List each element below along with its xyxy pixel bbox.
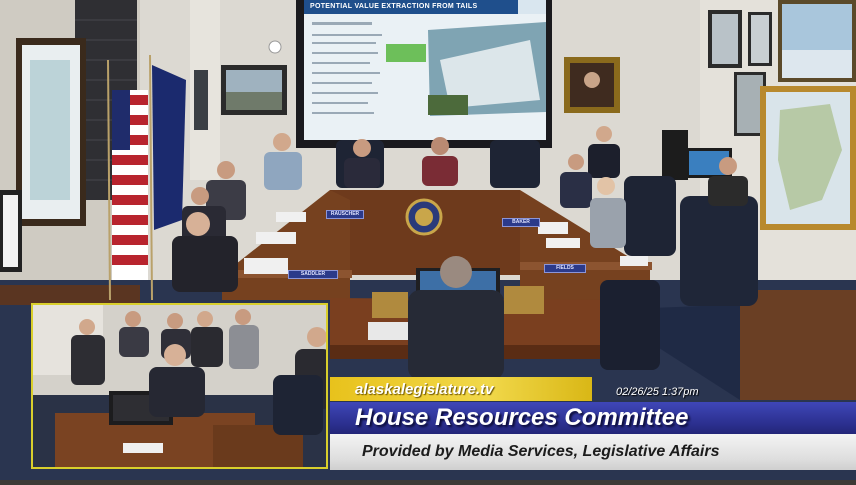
hearing-room-scene: POTENTIAL VALUE EXTRACTION FROM TAILS SA… [0,0,856,480]
chair [680,196,758,306]
inset-papers [123,443,163,453]
nameplate: BAKER [502,218,540,227]
chair [624,176,676,256]
chair [490,140,540,188]
slide-green-callout [386,44,426,62]
wood-paneling-left [0,285,140,305]
nameplate: RAUSCHER [326,210,364,219]
microphone-box-left [372,292,408,318]
website-text: alaskalegislature.tv [355,381,494,398]
inset-video [31,303,328,469]
nameplate: FIELDS [544,264,586,273]
nameplate: SADDLER [288,270,338,279]
inset-video-illustration [33,305,326,467]
inset-chair [273,375,323,435]
monitor-tower [662,130,688,180]
credit-text: Provided by Media Services, Legislative … [362,443,720,460]
committee-title: House Resources Committee [355,404,689,431]
small-frame [194,70,208,130]
slide-title: POTENTIAL VALUE EXTRACTION FROM TAILS [310,3,478,10]
microphone-box-right [504,286,544,314]
camera-icon [268,40,282,54]
paper [368,322,408,340]
alaska-flag [152,65,186,230]
wood-paneling-right [740,290,856,400]
chair [600,280,660,370]
timestamp: 02/26/25 1:37pm [616,386,699,398]
us-flag [112,90,148,280]
